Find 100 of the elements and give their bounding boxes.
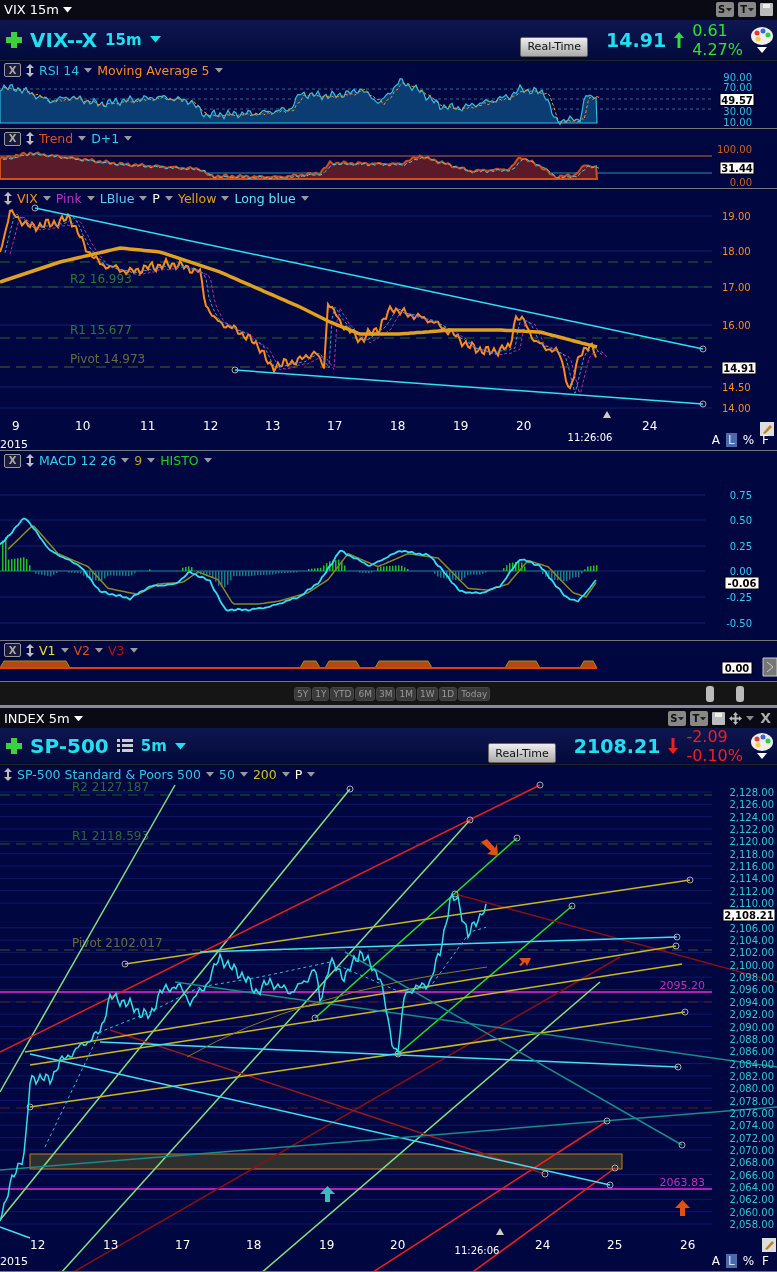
axis-label: -0.50: [726, 618, 752, 630]
study-label[interactable]: RSI 14: [39, 62, 80, 78]
axis-label: 2,086.00: [729, 1046, 774, 1058]
real-time-button[interactable]: Real-Time: [488, 743, 556, 764]
date-label: 18: [390, 418, 406, 433]
year-label: 2015: [0, 1255, 28, 1269]
tool-button[interactable]: S: [668, 710, 687, 726]
study-label[interactable]: LBlue: [99, 190, 135, 206]
scale-option[interactable]: %: [740, 433, 757, 448]
study-label[interactable]: 50: [219, 767, 235, 783]
window-title: INDEX 5m: [4, 710, 70, 726]
axis-label: 2,092.00: [729, 1009, 774, 1021]
axis-label: 2,094.00: [729, 997, 774, 1009]
scale-option[interactable]: L: [726, 1254, 737, 1268]
axis-label: 14.00: [722, 402, 751, 414]
current-value-label: -0.06: [724, 576, 760, 590]
study-label[interactable]: P: [294, 767, 303, 783]
study-label[interactable]: Pink: [55, 190, 82, 206]
study-label[interactable]: Trend: [39, 131, 74, 147]
axis-label: 30.00: [723, 105, 752, 117]
interval-label[interactable]: 15m: [105, 30, 142, 49]
pivot-label: Pivot 14.973: [70, 351, 146, 366]
axis-label: 2,096.00: [729, 984, 774, 996]
study-label[interactable]: D+1: [91, 131, 120, 147]
pivot-label: R2 16.993: [70, 271, 132, 286]
close-button[interactable]: X: [4, 453, 21, 468]
date-label: 12: [30, 1238, 46, 1253]
level-label: 2095.20: [659, 979, 705, 993]
percent-change: 4.27%: [692, 39, 743, 59]
scale-option[interactable]: %: [740, 1254, 757, 1268]
study-label[interactable]: V2: [73, 642, 91, 658]
axis-label: 2,110.00: [729, 898, 774, 910]
range-button[interactable]: 1D: [438, 686, 458, 701]
study-label[interactable]: V1: [39, 642, 56, 658]
axis-label: 2,100.00: [729, 960, 774, 972]
axis-label: 2,088.00: [729, 1034, 774, 1046]
axis-label: 2,120.00: [729, 836, 774, 848]
study-label[interactable]: SP-500 Standard & Poors 500: [17, 767, 201, 783]
study-label[interactable]: 9: [134, 453, 143, 469]
range-button[interactable]: 1W: [416, 686, 438, 701]
axis-label: 2,074.00: [729, 1120, 774, 1132]
range-button[interactable]: 1Y: [312, 686, 330, 701]
study-label[interactable]: Moving Average 5: [97, 62, 210, 78]
axis-label: -0.25: [726, 592, 752, 604]
study-label[interactable]: Yellow: [177, 190, 217, 206]
date-label: 24: [535, 1238, 551, 1253]
date-label: 17: [175, 1238, 191, 1253]
range-button[interactable]: Today: [458, 686, 491, 701]
last-price: 2108.21: [573, 735, 661, 758]
axis-label: 18.00: [722, 245, 751, 257]
date-label: 18: [246, 1238, 262, 1253]
date-label: 26: [680, 1238, 696, 1253]
scale-option[interactable]: F: [760, 433, 771, 448]
range-button[interactable]: YTD: [330, 686, 355, 701]
axis-label: 2,078.00: [729, 1095, 774, 1107]
close-button[interactable]: X: [4, 131, 21, 146]
level-label: 2063.83: [659, 1176, 705, 1190]
interval-label[interactable]: 5m: [140, 737, 167, 756]
tool-button[interactable]: S: [715, 2, 735, 18]
pivot-label: R2 2127.187: [72, 780, 150, 795]
range-button[interactable]: 6M: [355, 686, 375, 701]
study-label[interactable]: P: [152, 190, 160, 206]
scale-option[interactable]: A: [709, 433, 722, 448]
scale-option[interactable]: A: [709, 1254, 722, 1268]
study-label[interactable]: HISTO: [160, 453, 199, 469]
axis-label: 2,058.00: [729, 1219, 774, 1231]
close-button[interactable]: X: [758, 710, 773, 727]
axis-label: 90.00: [723, 71, 752, 83]
study-label[interactable]: MACD 12 26: [39, 453, 117, 469]
real-time-button[interactable]: Real-Time: [520, 36, 589, 57]
study-label[interactable]: Long blue: [234, 190, 296, 206]
axis-label: 2,106.00: [729, 923, 774, 935]
axis-label: 2,068.00: [729, 1157, 774, 1169]
axis-label: 2,072.00: [729, 1132, 774, 1144]
year-label: 2015: [0, 437, 28, 451]
price-change: 0.61: [692, 20, 729, 40]
tool-button[interactable]: T: [690, 710, 709, 726]
axis-label: 2,070.00: [729, 1145, 774, 1157]
tool-button[interactable]: T: [738, 2, 756, 18]
range-button[interactable]: 1M: [396, 686, 416, 701]
range-button[interactable]: 3M: [375, 686, 396, 701]
axis-label: 2,102.00: [729, 947, 774, 959]
scale-option[interactable]: F: [760, 1254, 771, 1268]
range-button[interactable]: 5Y: [294, 686, 312, 701]
study-label[interactable]: VIX: [17, 190, 38, 206]
axis-label: 2,124.00: [729, 812, 774, 823]
axis-label: 2,126.00: [729, 799, 774, 811]
study-label[interactable]: 200: [252, 767, 277, 783]
close-button[interactable]: X: [4, 643, 21, 658]
axis-label: 2,122.00: [729, 824, 774, 836]
date-label: 20: [516, 418, 532, 433]
current-value-label: 0.00: [721, 661, 753, 675]
axis-label: 100.00: [717, 144, 752, 156]
scale-option[interactable]: L: [726, 433, 737, 448]
axis-label: 0.25: [729, 541, 752, 553]
close-button[interactable]: X: [4, 63, 21, 78]
axis-label: 2,118.00: [729, 849, 774, 861]
symbol-name: VIX--X: [30, 27, 98, 52]
price-change: -2.09: [686, 727, 729, 747]
axis-label: 2,080.00: [729, 1083, 774, 1095]
